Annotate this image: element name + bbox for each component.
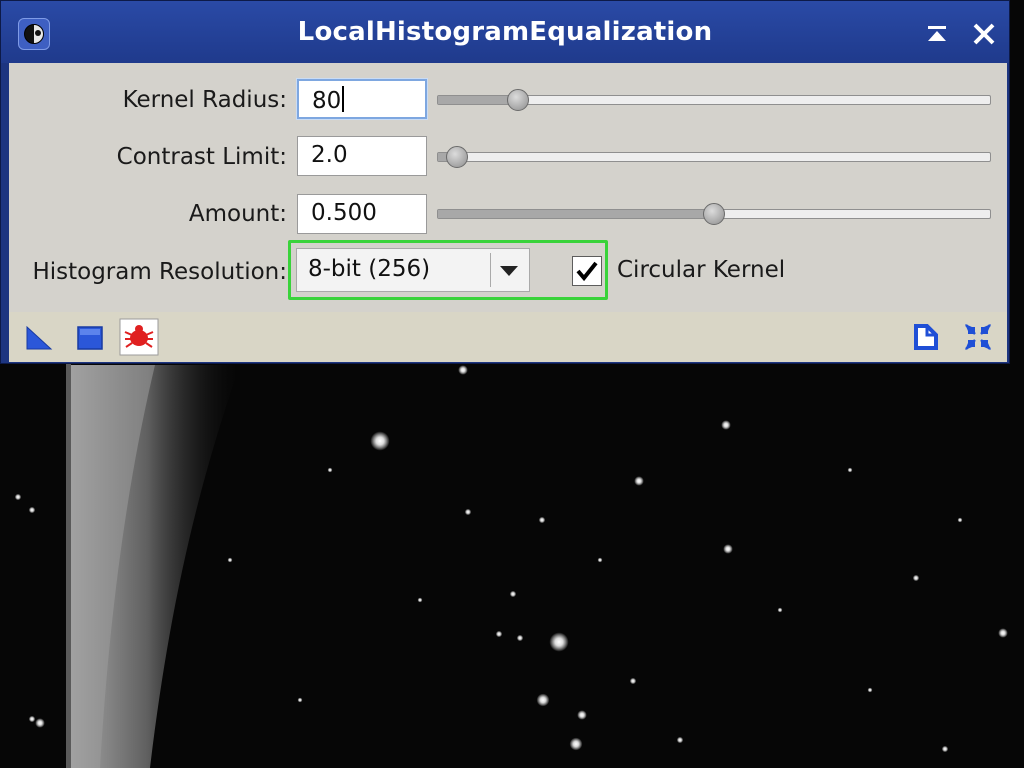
star — [28, 506, 36, 514]
star — [458, 365, 468, 375]
shade-icon[interactable] — [926, 23, 948, 45]
kernel-radius-slider[interactable] — [437, 89, 991, 111]
star — [516, 634, 524, 642]
amount-input[interactable]: 0.500 — [297, 194, 427, 234]
process-window: LocalHistogramEqualization Kernel Radius… — [0, 0, 1010, 364]
star — [569, 737, 583, 751]
circular-kernel-label: Circular Kernel — [617, 257, 786, 283]
star — [14, 493, 22, 501]
star — [629, 677, 637, 685]
title-bar[interactable]: LocalHistogramEqualization — [1, 1, 1009, 63]
star — [777, 607, 783, 613]
star — [723, 544, 733, 554]
star — [495, 630, 503, 638]
reset-icon[interactable] — [963, 322, 993, 352]
histogram-resolution-value: 8-bit (256) — [308, 256, 431, 282]
preview-bug-icon[interactable] — [119, 318, 159, 356]
star — [577, 710, 587, 720]
contrast-limit-slider[interactable] — [437, 146, 991, 168]
contrast-limit-label: Contrast Limit: — [116, 144, 287, 170]
star — [370, 431, 390, 451]
contrast-limit-input[interactable]: 2.0 — [297, 136, 427, 176]
amount-slider[interactable] — [437, 203, 991, 225]
kernel-radius-input[interactable]: 80 — [297, 79, 427, 119]
slider-handle[interactable] — [446, 146, 469, 168]
star — [634, 476, 644, 486]
star — [597, 557, 603, 563]
star — [549, 632, 569, 652]
histogram-resolution-label: Histogram Resolution: — [32, 259, 287, 285]
star — [998, 628, 1008, 638]
star — [417, 597, 423, 603]
kernel-radius-value: 80 — [312, 88, 342, 114]
star — [297, 697, 303, 703]
slider-handle[interactable] — [703, 203, 725, 225]
star — [538, 516, 546, 524]
star — [227, 557, 233, 563]
bottom-toolbar — [9, 312, 1007, 362]
star — [536, 693, 550, 707]
star — [957, 517, 963, 523]
slider-fill — [438, 96, 519, 104]
star — [509, 590, 517, 598]
checkmark-icon — [576, 261, 598, 282]
new-instance-icon[interactable] — [25, 325, 53, 351]
star — [676, 736, 684, 744]
apply-global-icon[interactable] — [76, 325, 104, 351]
star — [941, 745, 949, 753]
star — [35, 718, 45, 728]
star — [464, 508, 472, 516]
circular-kernel-checkbox[interactable] — [572, 256, 602, 286]
star — [327, 467, 333, 473]
star — [721, 420, 731, 430]
close-icon[interactable] — [971, 21, 997, 47]
histogram-resolution-select[interactable]: 8-bit (256) — [296, 248, 530, 292]
description-icon[interactable] — [913, 323, 939, 351]
slider-handle[interactable] — [507, 89, 530, 111]
star — [847, 467, 853, 473]
amount-label: Amount: — [188, 201, 287, 227]
slider-fill — [438, 210, 714, 218]
star — [912, 574, 920, 582]
star — [28, 715, 36, 723]
parameters-panel: Kernel Radius: 80 Contrast Limit: 2.0 Am… — [9, 63, 1007, 312]
window-title: LocalHistogramEqualization — [297, 17, 713, 47]
star — [867, 687, 873, 693]
kernel-radius-label: Kernel Radius: — [122, 87, 287, 113]
chevron-down-icon — [500, 266, 518, 276]
